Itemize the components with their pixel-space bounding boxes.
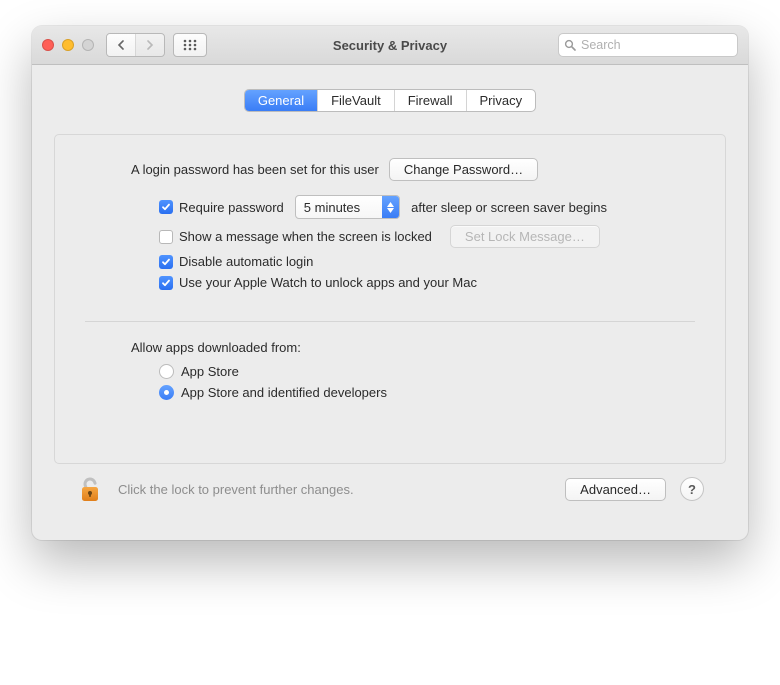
preferences-window: Security & Privacy General FileVault Fir…	[32, 26, 748, 540]
advanced-button[interactable]: Advanced…	[565, 478, 666, 501]
require-password-label: Require password	[179, 200, 284, 215]
zoom-window-button[interactable]	[82, 39, 94, 51]
radio-app-store[interactable]	[159, 364, 174, 379]
tab-filevault[interactable]: FileVault	[317, 90, 394, 111]
lock-icon[interactable]	[76, 474, 104, 504]
tab-privacy[interactable]: Privacy	[466, 90, 536, 111]
search-icon	[564, 39, 576, 51]
divider	[85, 321, 695, 322]
traffic-lights	[42, 39, 94, 51]
minimize-window-button[interactable]	[62, 39, 74, 51]
show-message-label: Show a message when the screen is locked	[179, 229, 432, 244]
after-sleep-text: after sleep or screen saver begins	[411, 200, 607, 215]
tab-firewall[interactable]: Firewall	[394, 90, 466, 111]
allow-apps-heading: Allow apps downloaded from:	[131, 340, 685, 355]
disable-auto-login-checkbox[interactable]	[159, 255, 173, 269]
delay-select-value: 5 minutes	[296, 200, 382, 215]
window-title: Security & Privacy	[333, 38, 447, 53]
forward-button[interactable]	[135, 34, 164, 56]
chevron-left-icon	[117, 40, 125, 50]
show-all-button[interactable]	[173, 33, 207, 57]
radio-app-store-label: App Store	[181, 364, 239, 379]
footer: Click the lock to prevent further change…	[54, 464, 726, 524]
radio-identified-label: App Store and identified developers	[181, 385, 387, 400]
apple-watch-label: Use your Apple Watch to unlock apps and …	[179, 275, 477, 290]
titlebar: Security & Privacy	[32, 26, 748, 65]
search-input[interactable]	[558, 33, 738, 57]
content-area: General FileVault Firewall Privacy A log…	[32, 65, 748, 540]
lock-help-text: Click the lock to prevent further change…	[118, 482, 551, 497]
help-button[interactable]: ?	[680, 477, 704, 501]
show-message-checkbox[interactable]	[159, 230, 173, 244]
grid-icon	[183, 39, 197, 51]
require-password-delay-select[interactable]: 5 minutes	[295, 195, 400, 219]
close-window-button[interactable]	[42, 39, 54, 51]
tab-general[interactable]: General	[245, 90, 317, 111]
require-password-checkbox[interactable]	[159, 200, 173, 214]
apple-watch-checkbox[interactable]	[159, 276, 173, 290]
login-password-text: A login password has been set for this u…	[131, 162, 379, 177]
disable-auto-login-label: Disable automatic login	[179, 254, 313, 269]
set-lock-message-button: Set Lock Message…	[450, 225, 600, 248]
chevron-right-icon	[146, 40, 154, 50]
search-field-container	[558, 33, 738, 57]
general-panel: A login password has been set for this u…	[54, 134, 726, 464]
back-button[interactable]	[107, 34, 135, 56]
radio-identified-developers[interactable]	[159, 385, 174, 400]
tab-bar: General FileVault Firewall Privacy	[54, 89, 726, 112]
stepper-icon	[382, 196, 399, 218]
nav-buttons	[106, 33, 165, 57]
change-password-button[interactable]: Change Password…	[389, 158, 538, 181]
